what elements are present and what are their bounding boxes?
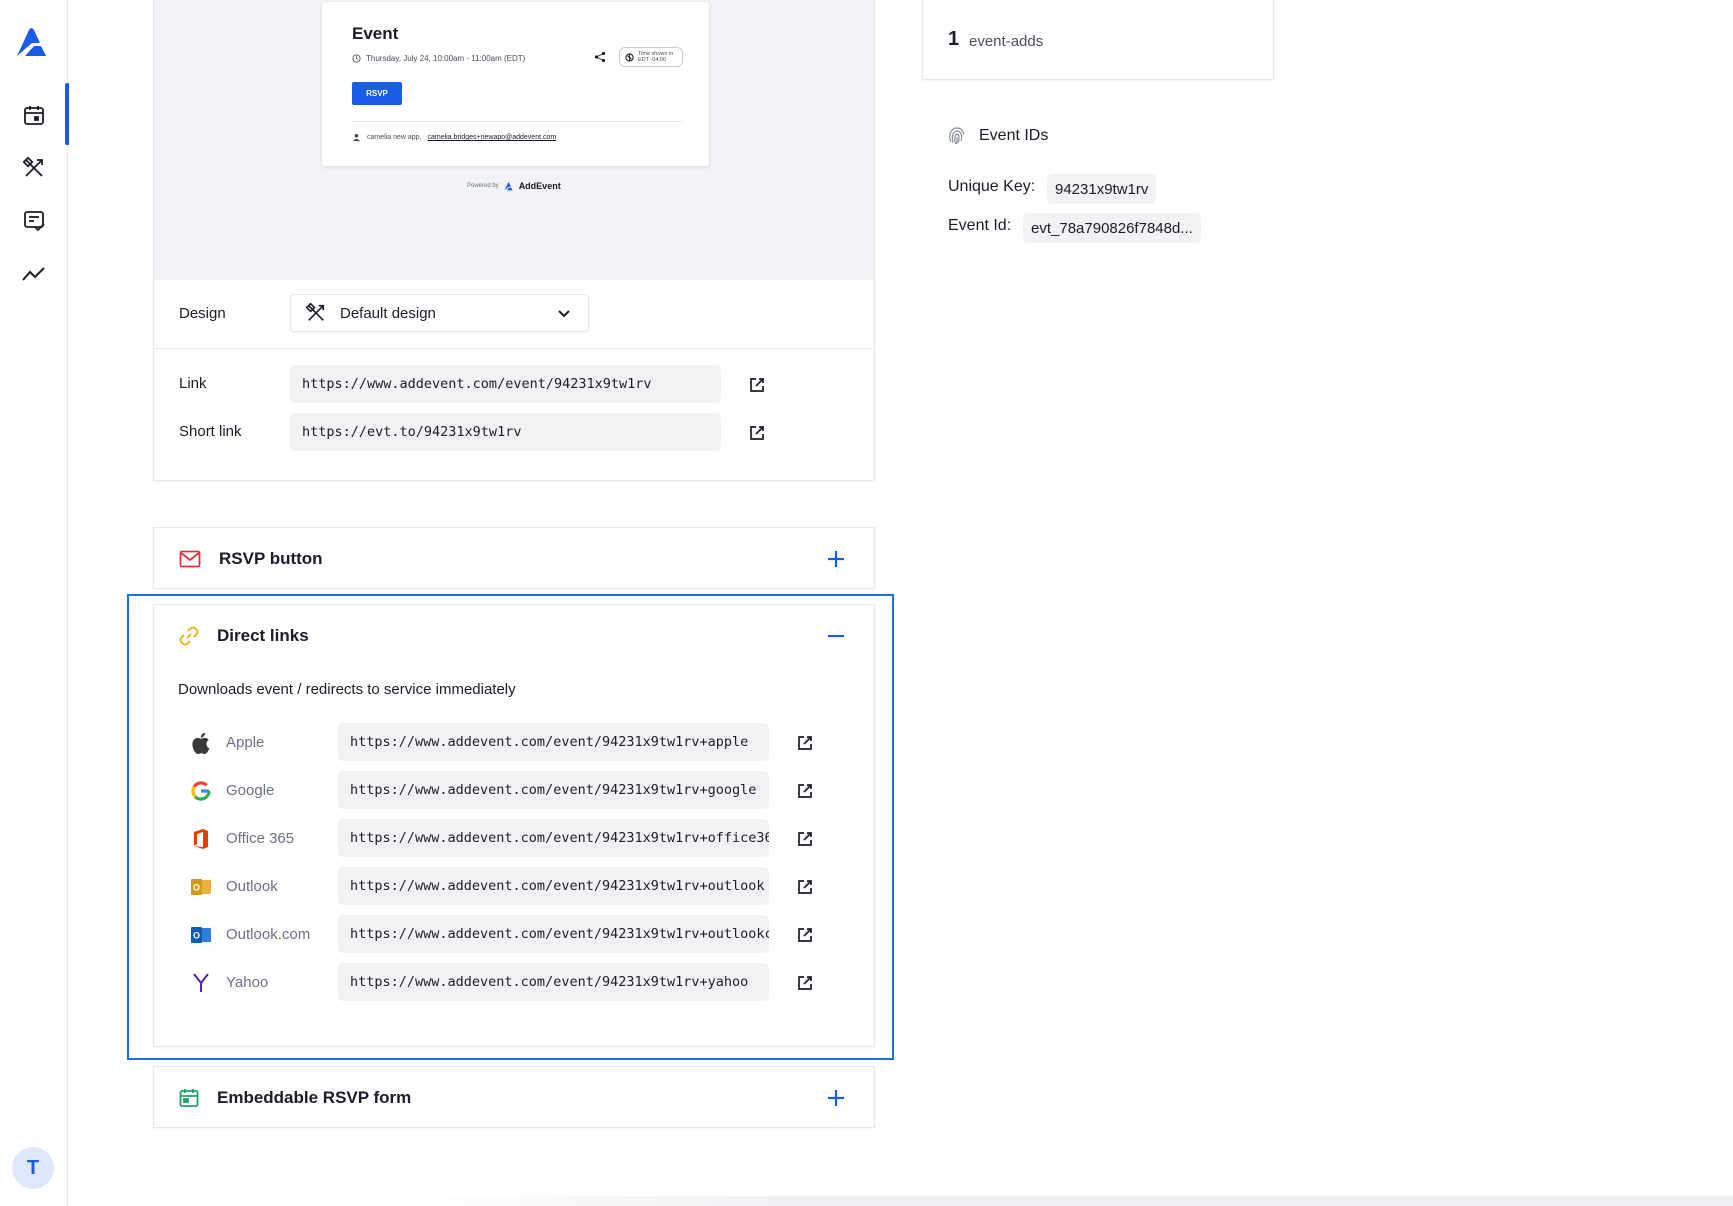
preview-title: Event (352, 24, 399, 43)
event-ids-header: Event IDs (947, 126, 1048, 146)
rsvp-button-header[interactable]: RSVP button (154, 528, 874, 590)
direct-links-header[interactable]: Direct links (154, 605, 874, 667)
embeddable-rsvp-form-section: Embeddable RSVP form (153, 1066, 875, 1128)
person-icon (352, 133, 361, 142)
service-name: Outlook (226, 878, 278, 895)
calendar-icon (24, 106, 44, 125)
apple-icon (190, 732, 212, 754)
rsvp-button-title: RSVP button (219, 549, 323, 568)
expand-plus-icon[interactable] (826, 549, 846, 569)
embeddable-rsvp-form-header[interactable]: Embeddable RSVP form (154, 1067, 874, 1129)
share-icon[interactable] (594, 51, 606, 63)
open-external-icon[interactable] (748, 376, 766, 394)
office365-icon (190, 828, 212, 850)
direct-links-section: Direct links Downloads event / redirects… (153, 604, 875, 1047)
service-url-field[interactable]: https://www.addevent.com/event/94231x9tw… (338, 819, 769, 857)
event-ids-title: Event IDs (979, 127, 1049, 144)
outlook-com-icon: O (190, 924, 212, 946)
unique-key-value[interactable]: 94231x9tw1rv (1047, 174, 1157, 204)
envelope-icon (179, 550, 201, 568)
open-external-icon[interactable] (796, 782, 814, 800)
preview-organizer: camelia new app, camelia.bridges+newapo@… (352, 133, 556, 142)
service-name: Outlook.com (226, 926, 311, 943)
event-preview: Event Thursday, July 24, 10:00am - 11:00… (153, 0, 875, 280)
svg-text:O: O (193, 931, 200, 941)
event-id-label: Event Id: (948, 217, 1012, 234)
nav-analytics[interactable] (0, 254, 68, 294)
direct-links-description: Downloads event / redirects to service i… (178, 681, 516, 698)
service-name: Apple (226, 734, 265, 751)
fingerprint-icon (949, 127, 965, 145)
service-url-field[interactable]: https://www.addevent.com/event/94231x9tw… (338, 723, 769, 761)
open-external-icon[interactable] (796, 878, 814, 896)
design-dropdown[interactable]: Default design (290, 294, 589, 332)
unique-key-label: Unique Key: (948, 178, 1036, 195)
preview-divider (352, 121, 682, 122)
open-external-icon[interactable] (796, 926, 814, 944)
design-value: Default design (340, 304, 436, 322)
yahoo-icon (190, 972, 212, 994)
nav-rsvp-forms[interactable] (0, 201, 68, 241)
link-label: Link (179, 375, 207, 392)
nav-events[interactable] (0, 83, 69, 145)
service-row-apple: Apple https://www.addevent.com/event/942… (154, 723, 874, 761)
nav-design[interactable] (0, 148, 68, 188)
open-external-icon[interactable] (796, 734, 814, 752)
link-chain-icon (179, 626, 199, 646)
powered-by: Powered by AddEvent (467, 181, 561, 191)
event-adds-count: 1 (948, 28, 960, 50)
service-url-field[interactable]: https://www.addevent.com/event/94231x9tw… (338, 771, 769, 809)
service-row-outlook: O Outlook https://www.addevent.com/event… (154, 867, 874, 905)
calendar-form-icon (179, 1089, 199, 1107)
design-tools-icon (306, 303, 325, 321)
service-row-office365: Office 365 https://www.addevent.com/even… (154, 819, 874, 857)
rsvp-button-section: RSVP button (153, 527, 875, 589)
direct-links-title: Direct links (217, 626, 309, 645)
open-external-icon[interactable] (796, 830, 814, 848)
service-url-field[interactable]: https://www.addevent.com/event/94231x9tw… (338, 963, 769, 1001)
outlook-icon: O (190, 876, 212, 898)
addevent-small-logo-icon (504, 182, 513, 190)
service-row-outlook-com: O Outlook.com https://www.addevent.com/e… (154, 915, 874, 953)
expand-plus-icon[interactable] (826, 1088, 846, 1108)
globe-icon (625, 52, 634, 62)
service-name: Yahoo (226, 974, 269, 991)
user-avatar[interactable]: T (12, 1147, 54, 1189)
stats-card: 1 event-adds (922, 0, 1274, 80)
service-name: Office 365 (226, 830, 295, 847)
addevent-logo-icon[interactable] (15, 26, 51, 58)
service-url-field[interactable]: https://www.addevent.com/event/94231x9tw… (338, 915, 769, 953)
analytics-trend-icon (22, 267, 45, 281)
design-tools-icon (23, 157, 43, 177)
collapse-minus-icon[interactable] (826, 626, 846, 646)
open-external-icon[interactable] (748, 424, 766, 442)
design-label: Design (179, 305, 226, 322)
organizer-email-link[interactable]: camelia.bridges+newapo@addevent.com (427, 134, 556, 141)
preview-date: Thursday, July 24, 10:00am - 11:00am (ED… (352, 54, 525, 63)
checklist-icon (24, 211, 45, 232)
service-name: Google (226, 782, 275, 799)
event-links-card: Design Default design Link https://www.a… (153, 280, 875, 481)
service-url-field[interactable]: https://www.addevent.com/event/94231x9tw… (338, 867, 769, 905)
event-adds-label: event-adds (969, 33, 1044, 50)
link-field[interactable]: https://www.addevent.com/event/94231x9tw… (290, 365, 721, 403)
embeddable-rsvp-form-title: Embeddable RSVP form (217, 1088, 412, 1107)
service-row-google: Google https://www.addevent.com/event/94… (154, 771, 874, 809)
bottom-edge (400, 1196, 1733, 1206)
divider (154, 348, 874, 349)
sidebar: T (0, 0, 69, 1206)
google-icon (190, 780, 212, 802)
preview-rsvp-button[interactable]: RSVP (352, 82, 402, 105)
short-link-label: Short link (179, 423, 242, 440)
timezone-badge[interactable]: Time shown in EDT -04:00 (619, 47, 683, 67)
preview-card: Event Thursday, July 24, 10:00am - 11:00… (322, 2, 709, 166)
service-row-yahoo: Yahoo https://www.addevent.com/event/942… (154, 963, 874, 1001)
clock-icon (352, 54, 361, 63)
event-id-value[interactable]: evt_78a790826f7848d... (1023, 213, 1201, 243)
svg-text:O: O (193, 883, 200, 893)
chevron-down-icon (558, 310, 570, 318)
open-external-icon[interactable] (796, 974, 814, 992)
short-link-field[interactable]: https://evt.to/94231x9tw1rv (290, 413, 721, 451)
